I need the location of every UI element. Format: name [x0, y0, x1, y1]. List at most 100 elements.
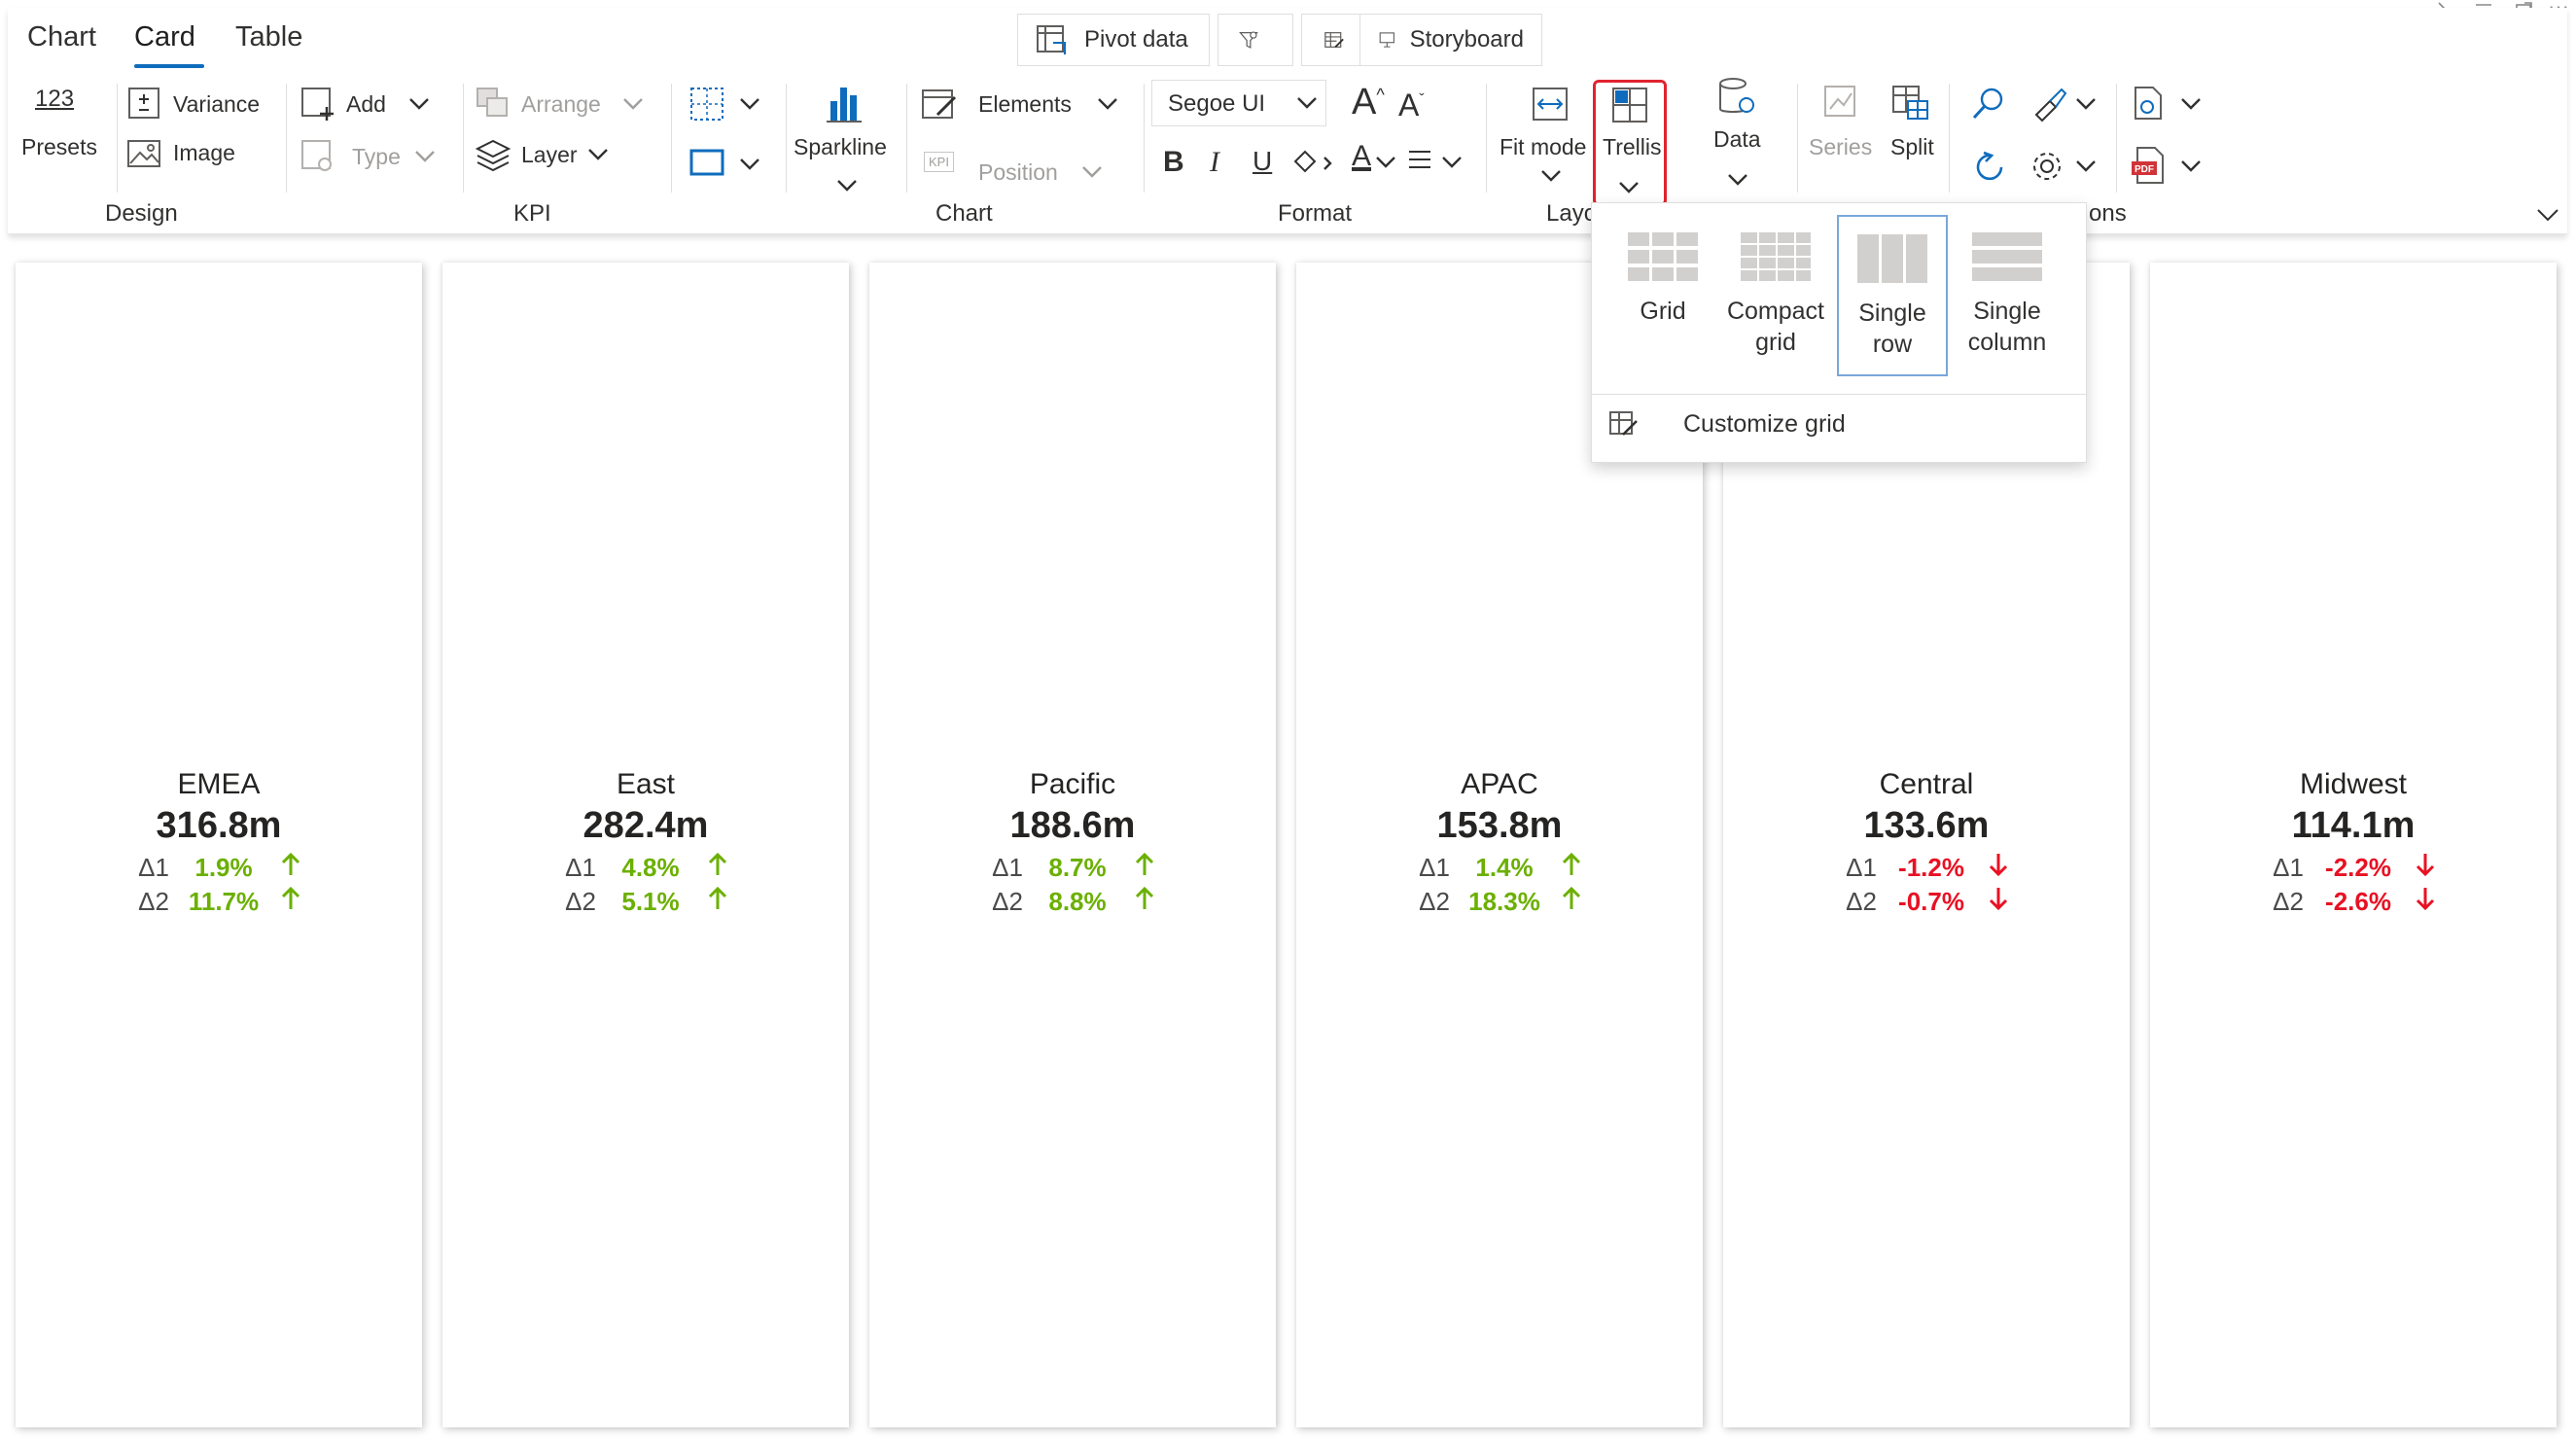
- presets-label[interactable]: Presets: [21, 134, 97, 160]
- chevron-down-icon[interactable]: [2180, 159, 2202, 173]
- layer-icon[interactable]: [475, 138, 512, 173]
- series-label: Series: [1809, 134, 1873, 159]
- ribbon: Chart Card Table Pivot data Storyboard 1…: [8, 8, 2567, 234]
- delta-label: Δ2: [2273, 887, 2304, 916]
- gridlines-icon[interactable]: [688, 86, 725, 123]
- search-icon[interactable]: [1970, 86, 2007, 123]
- font-color-button[interactable]: A: [1352, 140, 1371, 173]
- fit-mode-label[interactable]: Fit mode: [1500, 134, 1586, 160]
- type-label: Type: [352, 144, 401, 169]
- trellis-option-compact-grid[interactable]: Compact grid: [1720, 215, 1831, 376]
- bold-button[interactable]: B: [1163, 146, 1184, 179]
- kpi-card[interactable]: East 282.4m Δ1 4.8% Δ2 5.1%: [442, 263, 849, 1427]
- data-label[interactable]: Data: [1713, 126, 1761, 153]
- underline-button[interactable]: U: [1253, 146, 1272, 177]
- add-icon[interactable]: [300, 86, 336, 123]
- chevron-down-icon[interactable]: [2075, 97, 2097, 111]
- chevron-down-icon[interactable]: [1540, 169, 1562, 183]
- sparkline-icon[interactable]: [825, 82, 864, 124]
- fill-color-icon[interactable]: [1289, 144, 1334, 179]
- delta-label: Δ1: [2273, 853, 2304, 882]
- kpi-card[interactable]: Pacific 188.6m Δ1 8.7% Δ2 8.8%: [869, 263, 1276, 1427]
- storyboard-label: Storyboard: [1409, 26, 1524, 53]
- chevron-down-icon[interactable]: [1097, 97, 1118, 111]
- refresh-icon[interactable]: [1972, 150, 2007, 185]
- data-icon[interactable]: [1715, 76, 1756, 119]
- presets-number-icon[interactable]: 123: [35, 86, 74, 113]
- delta-value: 11.7%: [188, 887, 260, 916]
- separator: [2116, 84, 2117, 193]
- customize-grid-item[interactable]: Customize grid: [1607, 409, 1846, 439]
- add-label[interactable]: Add: [346, 91, 386, 118]
- chevron-down-icon[interactable]: [739, 97, 760, 111]
- kpi-card[interactable]: Midwest 114.1m Δ1 -2.2% Δ2 -2.6%: [2150, 263, 2557, 1427]
- chevron-down-icon[interactable]: [1727, 173, 1748, 187]
- split-icon[interactable]: [1890, 84, 1931, 123]
- kpi-card[interactable]: EMEA 316.8m Δ1 1.9% Δ2 11.7%: [16, 263, 422, 1427]
- border-icon[interactable]: [688, 148, 725, 177]
- trellis-option-single-row[interactable]: Single row: [1837, 215, 1948, 376]
- compact-grid-layout-icon: [1741, 232, 1811, 281]
- series-icon: [1824, 86, 1855, 117]
- chevron-down-icon[interactable]: [2075, 159, 2097, 173]
- tab-chart[interactable]: Chart: [27, 21, 96, 53]
- position-label: Position: [978, 159, 1058, 185]
- delta-value: 8.7%: [1048, 853, 1107, 882]
- decrease-font-size-icon[interactable]: Aˇ: [1398, 88, 1425, 123]
- arrow-up-icon: [705, 852, 730, 884]
- chevron-down-icon[interactable]: [408, 97, 430, 111]
- elements-label[interactable]: Elements: [978, 91, 1072, 118]
- chevron-down-icon[interactable]: [587, 148, 609, 161]
- arrow-up-icon: [278, 886, 303, 918]
- storyboard-icon: [1379, 32, 1394, 48]
- chevron-down-icon[interactable]: [1375, 156, 1396, 169]
- elements-icon[interactable]: [920, 86, 959, 123]
- delta-row: Δ1 4.8%: [442, 852, 849, 884]
- delta-row: Δ2 8.8%: [869, 886, 1276, 918]
- delta-label: Δ1: [992, 853, 1023, 882]
- tab-table[interactable]: Table: [235, 21, 302, 53]
- chevron-down-icon[interactable]: [1441, 156, 1463, 169]
- pdf-export-icon[interactable]: PDF: [2130, 146, 2169, 185]
- delta-value: -2.2%: [2325, 853, 2391, 882]
- image-icon[interactable]: [126, 138, 161, 169]
- filter-button[interactable]: [1217, 14, 1293, 66]
- chevron-down-icon[interactable]: [836, 179, 858, 193]
- chevron-down-icon[interactable]: [739, 158, 760, 171]
- layer-label[interactable]: Layer: [521, 142, 578, 168]
- fit-mode-icon[interactable]: [1531, 86, 1570, 123]
- storyboard-button[interactable]: Storyboard: [1359, 14, 1542, 66]
- card-category: Midwest: [2299, 768, 2408, 800]
- variance-label[interactable]: Variance: [173, 91, 260, 118]
- svg-text:PDF: PDF: [2135, 164, 2154, 175]
- font-family-select[interactable]: Segoe UI: [1151, 80, 1326, 126]
- arrow-up-icon: [278, 852, 303, 884]
- tab-card[interactable]: Card: [134, 21, 195, 53]
- trellis-option-grid[interactable]: Grid: [1607, 215, 1718, 376]
- card-value: 316.8m: [156, 805, 282, 846]
- italic-button[interactable]: I: [1210, 146, 1219, 179]
- kpi-group-label: KPI: [513, 200, 551, 227]
- separator: [1144, 84, 1145, 193]
- arrow-up-icon: [1132, 852, 1157, 884]
- settings-gear-icon[interactable]: [2029, 148, 2065, 185]
- pivot-data-button[interactable]: Pivot data: [1017, 14, 1210, 66]
- arrange-icon: [476, 88, 508, 117]
- separator: [1949, 84, 1950, 193]
- align-icon[interactable]: [1406, 148, 1433, 171]
- export-settings-icon[interactable]: [2130, 84, 2169, 123]
- collapse-ribbon-chevron-icon[interactable]: [2536, 208, 2559, 222]
- card-value: 114.1m: [2291, 805, 2416, 846]
- card-value: 153.8m: [1436, 805, 1563, 846]
- delta-row: Δ1 1.9%: [16, 852, 422, 884]
- trellis-option-single-column[interactable]: Single column: [1952, 215, 2063, 376]
- increase-font-size-icon[interactable]: A^: [1352, 82, 1385, 123]
- paint-brush-icon[interactable]: [2029, 86, 2067, 123]
- variance-icon[interactable]: [126, 86, 161, 121]
- delta-label: Δ2: [992, 887, 1023, 916]
- image-label[interactable]: Image: [173, 140, 235, 166]
- chevron-down-icon[interactable]: [2180, 97, 2202, 111]
- chevron-down-icon: [1082, 166, 1102, 178]
- sparkline-label[interactable]: Sparkline: [794, 134, 887, 160]
- split-label[interactable]: Split: [1890, 134, 1934, 160]
